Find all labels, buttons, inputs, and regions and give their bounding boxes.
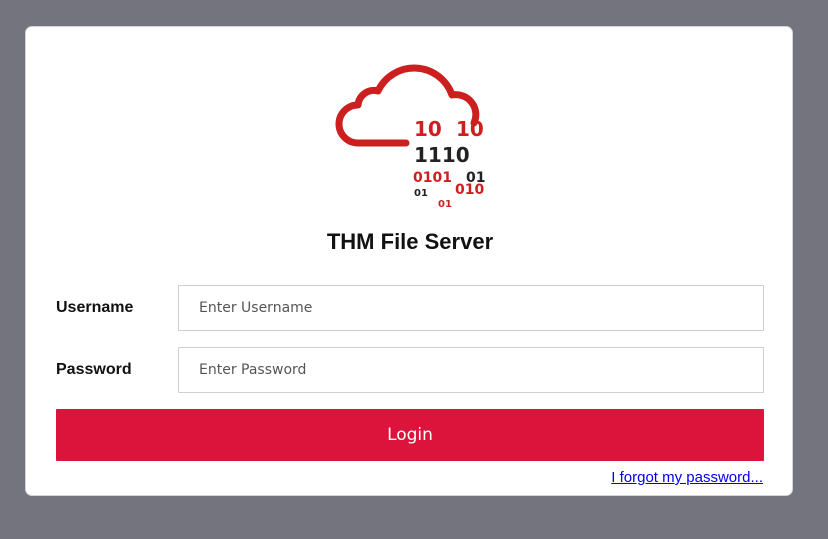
logo-binary-1: 10 xyxy=(414,117,442,141)
logo-binary-8: 01 xyxy=(438,199,452,209)
logo-binary-3: 1110 xyxy=(414,143,470,167)
forgot-password-link[interactable]: I forgot my password... xyxy=(611,469,763,486)
username-input[interactable] xyxy=(178,285,764,331)
login-button[interactable]: Login xyxy=(56,409,764,461)
username-label: Username xyxy=(56,299,134,316)
logo-binary-7: 010 xyxy=(455,182,484,198)
page-title: THM File Server xyxy=(326,229,494,254)
password-input[interactable] xyxy=(178,347,764,393)
cloud-logo-icon: 10 10 1110 0101 01 01 010 01 xyxy=(335,64,485,209)
logo-binary-6: 01 xyxy=(414,188,428,199)
login-card: 10 10 1110 0101 01 01 010 01 THM File Se… xyxy=(25,26,793,496)
logo-binary-4: 0101 xyxy=(413,170,452,186)
password-label: Password xyxy=(56,361,132,378)
logo-binary-2: 10 xyxy=(456,117,484,141)
